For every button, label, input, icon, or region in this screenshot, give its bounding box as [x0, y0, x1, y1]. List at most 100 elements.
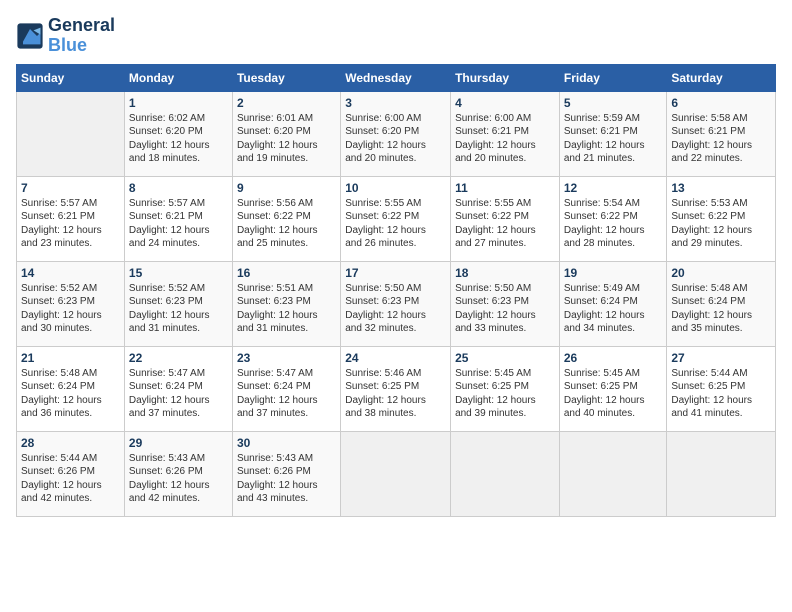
calendar-cell: 26 Sunrise: 5:45 AM Sunset: 6:25 PM Dayl…	[559, 346, 667, 431]
day-info: Sunrise: 5:58 AM Sunset: 6:21 PM Dayligh…	[671, 112, 771, 166]
day-number: 17	[345, 266, 446, 280]
day-info: Sunrise: 6:01 AM Sunset: 6:20 PM Dayligh…	[237, 112, 336, 166]
day-info: Sunrise: 5:53 AM Sunset: 6:22 PM Dayligh…	[671, 197, 771, 251]
day-number: 23	[237, 351, 336, 365]
calendar-cell: 15 Sunrise: 5:52 AM Sunset: 6:23 PM Dayl…	[124, 261, 232, 346]
day-number: 2	[237, 96, 336, 110]
calendar-cell: 5 Sunrise: 5:59 AM Sunset: 6:21 PM Dayli…	[559, 91, 667, 176]
weekday-header-monday: Monday	[124, 64, 232, 91]
day-number: 18	[455, 266, 555, 280]
calendar-week-row: 21 Sunrise: 5:48 AM Sunset: 6:24 PM Dayl…	[17, 346, 776, 431]
day-info: Sunrise: 5:59 AM Sunset: 6:21 PM Dayligh…	[564, 112, 663, 166]
calendar-cell: 17 Sunrise: 5:50 AM Sunset: 6:23 PM Dayl…	[341, 261, 451, 346]
day-info: Sunrise: 5:47 AM Sunset: 6:24 PM Dayligh…	[129, 367, 228, 421]
day-number: 10	[345, 181, 446, 195]
calendar-cell: 28 Sunrise: 5:44 AM Sunset: 6:26 PM Dayl…	[17, 431, 125, 516]
day-number: 15	[129, 266, 228, 280]
day-number: 28	[21, 436, 120, 450]
logo: General Blue	[16, 16, 115, 56]
day-info: Sunrise: 5:51 AM Sunset: 6:23 PM Dayligh…	[237, 282, 336, 336]
day-info: Sunrise: 5:47 AM Sunset: 6:24 PM Dayligh…	[237, 367, 336, 421]
calendar-cell: 29 Sunrise: 5:43 AM Sunset: 6:26 PM Dayl…	[124, 431, 232, 516]
logo-text: General Blue	[48, 16, 115, 56]
day-info: Sunrise: 5:55 AM Sunset: 6:22 PM Dayligh…	[345, 197, 446, 251]
day-number: 21	[21, 351, 120, 365]
day-info: Sunrise: 5:50 AM Sunset: 6:23 PM Dayligh…	[345, 282, 446, 336]
day-info: Sunrise: 5:56 AM Sunset: 6:22 PM Dayligh…	[237, 197, 336, 251]
day-number: 26	[564, 351, 663, 365]
weekday-header-row: SundayMondayTuesdayWednesdayThursdayFrid…	[17, 64, 776, 91]
day-info: Sunrise: 5:49 AM Sunset: 6:24 PM Dayligh…	[564, 282, 663, 336]
day-info: Sunrise: 5:54 AM Sunset: 6:22 PM Dayligh…	[564, 197, 663, 251]
day-number: 19	[564, 266, 663, 280]
weekday-header-wednesday: Wednesday	[341, 64, 451, 91]
calendar-cell: 1 Sunrise: 6:02 AM Sunset: 6:20 PM Dayli…	[124, 91, 232, 176]
weekday-header-friday: Friday	[559, 64, 667, 91]
day-info: Sunrise: 5:52 AM Sunset: 6:23 PM Dayligh…	[129, 282, 228, 336]
day-info: Sunrise: 5:43 AM Sunset: 6:26 PM Dayligh…	[237, 452, 336, 506]
calendar-cell: 21 Sunrise: 5:48 AM Sunset: 6:24 PM Dayl…	[17, 346, 125, 431]
calendar-body: 1 Sunrise: 6:02 AM Sunset: 6:20 PM Dayli…	[17, 91, 776, 516]
weekday-header-thursday: Thursday	[451, 64, 560, 91]
calendar-cell	[17, 91, 125, 176]
weekday-header-sunday: Sunday	[17, 64, 125, 91]
day-info: Sunrise: 6:02 AM Sunset: 6:20 PM Dayligh…	[129, 112, 228, 166]
calendar-cell: 23 Sunrise: 5:47 AM Sunset: 6:24 PM Dayl…	[232, 346, 340, 431]
day-number: 1	[129, 96, 228, 110]
day-info: Sunrise: 5:46 AM Sunset: 6:25 PM Dayligh…	[345, 367, 446, 421]
calendar-cell: 10 Sunrise: 5:55 AM Sunset: 6:22 PM Dayl…	[341, 176, 451, 261]
day-number: 7	[21, 181, 120, 195]
day-info: Sunrise: 5:43 AM Sunset: 6:26 PM Dayligh…	[129, 452, 228, 506]
calendar-cell	[451, 431, 560, 516]
calendar-cell	[559, 431, 667, 516]
day-info: Sunrise: 5:48 AM Sunset: 6:24 PM Dayligh…	[21, 367, 120, 421]
calendar-cell: 24 Sunrise: 5:46 AM Sunset: 6:25 PM Dayl…	[341, 346, 451, 431]
day-number: 27	[671, 351, 771, 365]
day-info: Sunrise: 5:57 AM Sunset: 6:21 PM Dayligh…	[129, 197, 228, 251]
calendar-cell: 2 Sunrise: 6:01 AM Sunset: 6:20 PM Dayli…	[232, 91, 340, 176]
day-info: Sunrise: 5:50 AM Sunset: 6:23 PM Dayligh…	[455, 282, 555, 336]
day-number: 30	[237, 436, 336, 450]
calendar-week-row: 28 Sunrise: 5:44 AM Sunset: 6:26 PM Dayl…	[17, 431, 776, 516]
weekday-header-saturday: Saturday	[667, 64, 776, 91]
calendar-cell: 3 Sunrise: 6:00 AM Sunset: 6:20 PM Dayli…	[341, 91, 451, 176]
calendar-cell: 14 Sunrise: 5:52 AM Sunset: 6:23 PM Dayl…	[17, 261, 125, 346]
calendar-cell: 20 Sunrise: 5:48 AM Sunset: 6:24 PM Dayl…	[667, 261, 776, 346]
calendar-cell: 4 Sunrise: 6:00 AM Sunset: 6:21 PM Dayli…	[451, 91, 560, 176]
calendar-cell: 30 Sunrise: 5:43 AM Sunset: 6:26 PM Dayl…	[232, 431, 340, 516]
day-number: 13	[671, 181, 771, 195]
calendar-cell	[341, 431, 451, 516]
calendar-cell: 22 Sunrise: 5:47 AM Sunset: 6:24 PM Dayl…	[124, 346, 232, 431]
day-info: Sunrise: 5:45 AM Sunset: 6:25 PM Dayligh…	[455, 367, 555, 421]
day-number: 9	[237, 181, 336, 195]
logo-icon	[16, 22, 44, 50]
calendar-cell: 12 Sunrise: 5:54 AM Sunset: 6:22 PM Dayl…	[559, 176, 667, 261]
calendar-table: SundayMondayTuesdayWednesdayThursdayFrid…	[16, 64, 776, 517]
calendar-cell: 18 Sunrise: 5:50 AM Sunset: 6:23 PM Dayl…	[451, 261, 560, 346]
logo-name-line2: Blue	[48, 36, 115, 56]
calendar-cell: 7 Sunrise: 5:57 AM Sunset: 6:21 PM Dayli…	[17, 176, 125, 261]
calendar-cell: 11 Sunrise: 5:55 AM Sunset: 6:22 PM Dayl…	[451, 176, 560, 261]
calendar-cell: 27 Sunrise: 5:44 AM Sunset: 6:25 PM Dayl…	[667, 346, 776, 431]
day-number: 14	[21, 266, 120, 280]
weekday-header-tuesday: Tuesday	[232, 64, 340, 91]
calendar-cell	[667, 431, 776, 516]
day-info: Sunrise: 6:00 AM Sunset: 6:20 PM Dayligh…	[345, 112, 446, 166]
day-number: 25	[455, 351, 555, 365]
day-info: Sunrise: 6:00 AM Sunset: 6:21 PM Dayligh…	[455, 112, 555, 166]
calendar-week-row: 7 Sunrise: 5:57 AM Sunset: 6:21 PM Dayli…	[17, 176, 776, 261]
day-number: 3	[345, 96, 446, 110]
day-number: 29	[129, 436, 228, 450]
day-info: Sunrise: 5:45 AM Sunset: 6:25 PM Dayligh…	[564, 367, 663, 421]
day-info: Sunrise: 5:48 AM Sunset: 6:24 PM Dayligh…	[671, 282, 771, 336]
day-info: Sunrise: 5:55 AM Sunset: 6:22 PM Dayligh…	[455, 197, 555, 251]
calendar-cell: 8 Sunrise: 5:57 AM Sunset: 6:21 PM Dayli…	[124, 176, 232, 261]
calendar-week-row: 14 Sunrise: 5:52 AM Sunset: 6:23 PM Dayl…	[17, 261, 776, 346]
calendar-cell: 9 Sunrise: 5:56 AM Sunset: 6:22 PM Dayli…	[232, 176, 340, 261]
day-number: 24	[345, 351, 446, 365]
calendar-cell: 6 Sunrise: 5:58 AM Sunset: 6:21 PM Dayli…	[667, 91, 776, 176]
day-number: 8	[129, 181, 228, 195]
day-number: 11	[455, 181, 555, 195]
day-number: 16	[237, 266, 336, 280]
day-number: 22	[129, 351, 228, 365]
